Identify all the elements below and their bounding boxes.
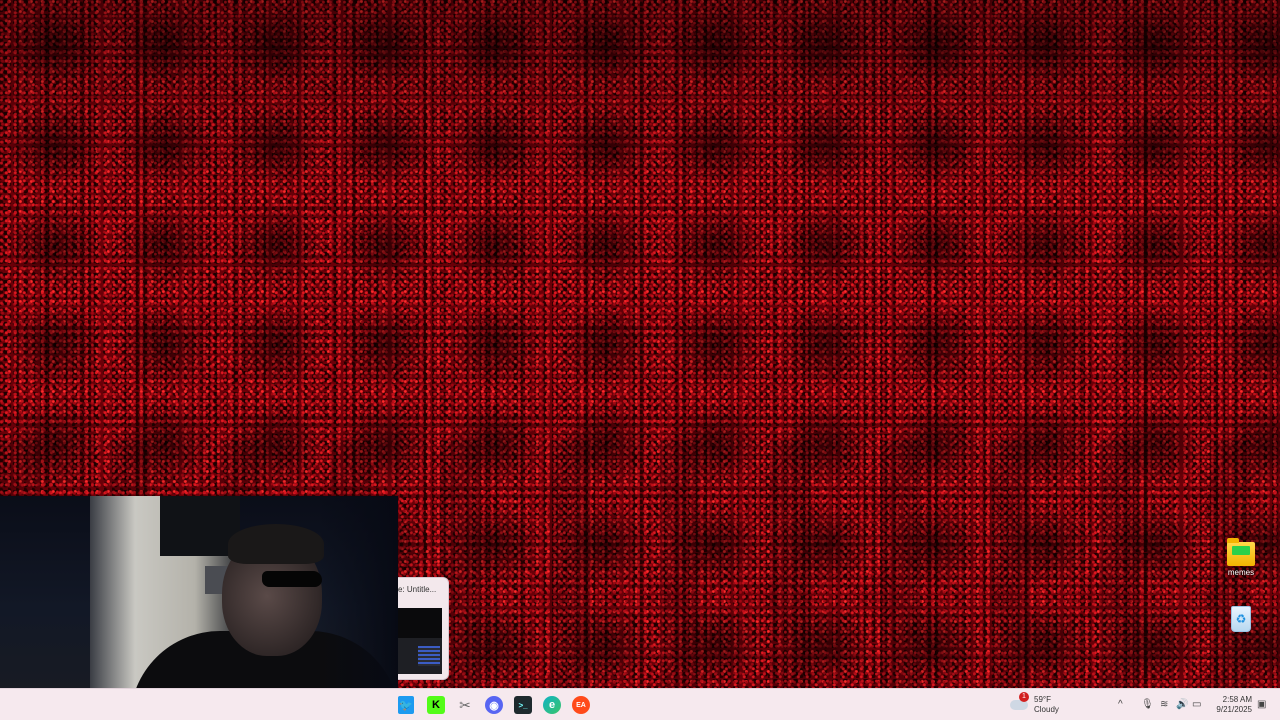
desktop-icon-recycle-bin[interactable]: ♻ (1216, 606, 1266, 632)
twitter-icon[interactable]: 🐦 (398, 696, 414, 714)
webcam-person-sunglasses (262, 571, 322, 587)
terminal-icon[interactable]: >_ (514, 696, 532, 714)
volume-icon[interactable]: 🔊 (1176, 699, 1188, 711)
snip-icon[interactable]: ✂ (456, 696, 474, 714)
preview-title: e: Untitle... (398, 585, 437, 594)
folder-icon (1227, 538, 1255, 566)
weather-widget[interactable]: 1 59°F Cloudy (1010, 692, 1059, 717)
microphone-icon[interactable]: 🎙 (1141, 699, 1154, 711)
obs-window-preview[interactable]: e: Untitle... (398, 577, 449, 680)
webcam-person-hair (228, 524, 324, 564)
webcam-shadow (318, 496, 398, 720)
recycle-bin-icon: ♻ (1231, 606, 1251, 632)
taskbar: 🐦 K ✂ ◉ >_ e EA 1 59°F Cloudy ^ 🎙 ≋ 🔊 ▭ … (0, 688, 1280, 720)
weather-alert-badge: 1 (1019, 692, 1029, 702)
ea-icon[interactable]: EA (572, 696, 590, 714)
desktop-icon-label: memes (1227, 568, 1255, 577)
clock-date: 9/21/2025 (1216, 705, 1252, 714)
clock-time: 2:58 AM (1222, 695, 1252, 704)
webcam-overlay (0, 496, 398, 720)
kick-icon[interactable]: K (427, 696, 445, 714)
wifi-icon[interactable]: ≋ (1160, 699, 1168, 711)
chevron-up-icon[interactable]: ^ (1118, 699, 1123, 711)
weather-condition: Cloudy (1034, 705, 1059, 714)
weather-temperature: 59°F (1034, 695, 1051, 704)
desktop-icon-memes[interactable]: memes (1216, 538, 1266, 577)
edge-icon[interactable]: e (543, 696, 561, 714)
notification-icon[interactable]: ▣ (1257, 699, 1266, 711)
battery-icon[interactable]: ▭ (1192, 699, 1201, 711)
cloud-icon: 1 (1010, 692, 1029, 710)
system-clock[interactable]: 2:58 AM 9/21/2025 (1208, 695, 1252, 715)
preview-thumbnail[interactable] (398, 608, 442, 674)
discord-icon[interactable]: ◉ (485, 696, 503, 714)
